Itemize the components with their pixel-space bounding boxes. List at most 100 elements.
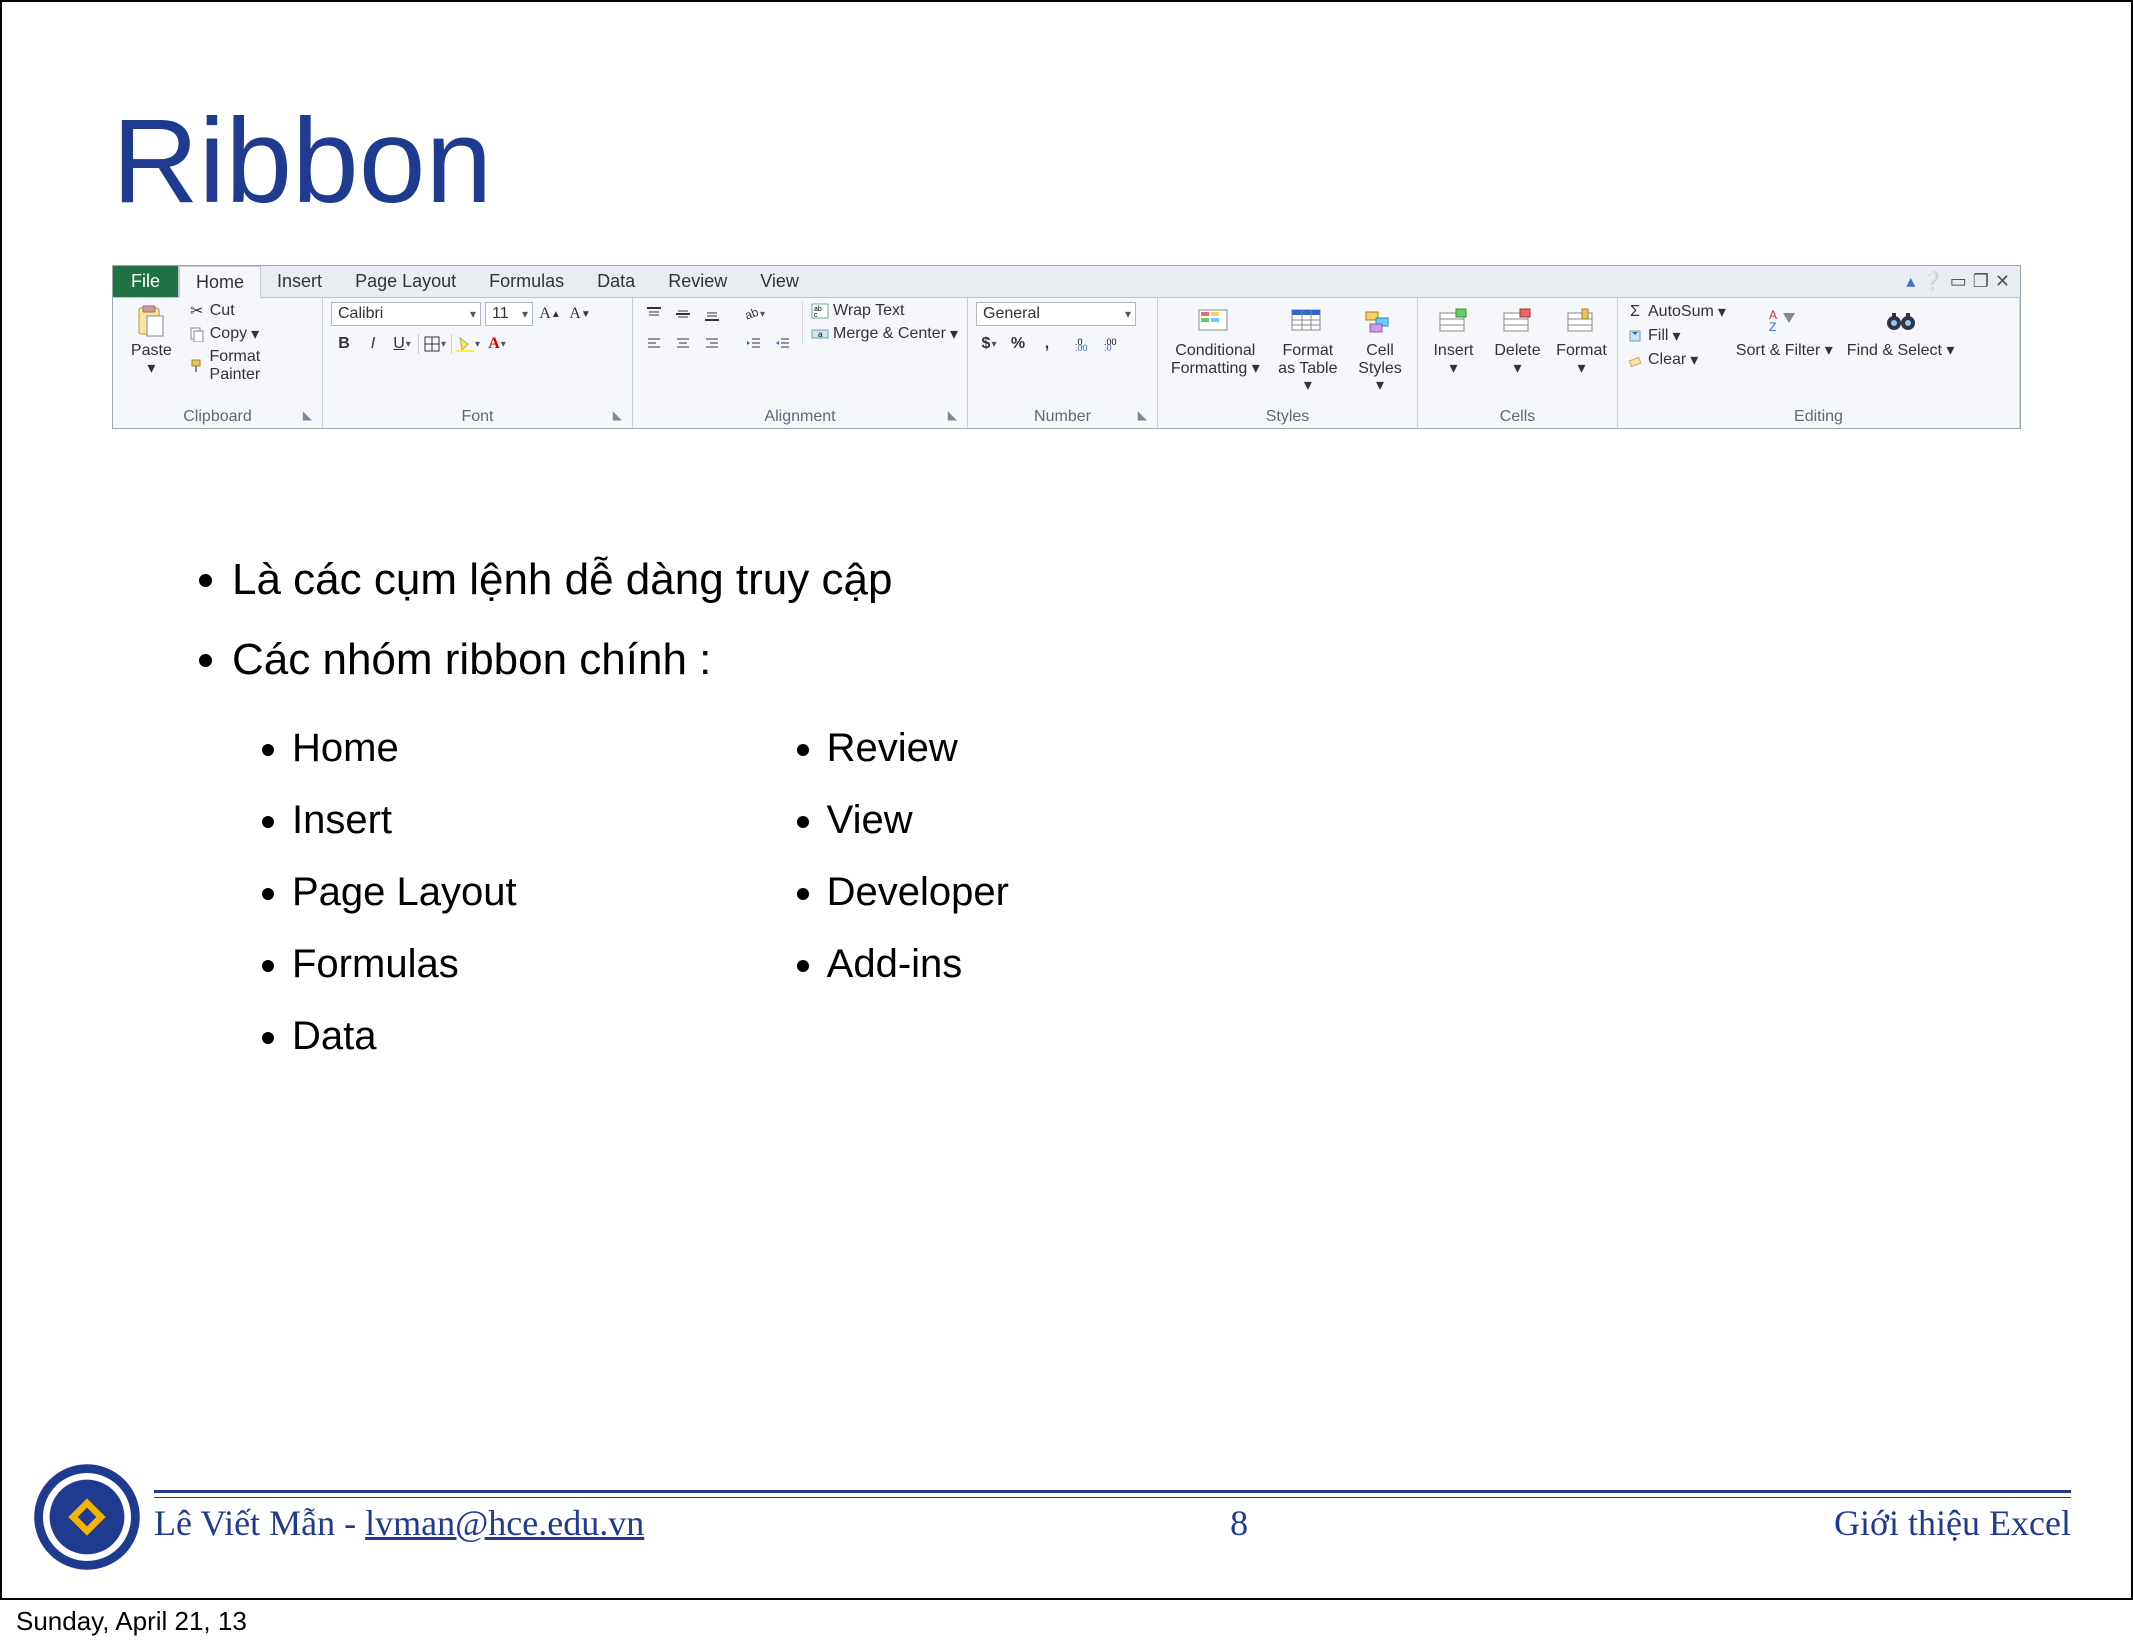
autosum-button[interactable]: ΣAutoSum ▾ — [1626, 302, 1726, 322]
format-painter-button[interactable]: Format Painter — [188, 348, 314, 384]
underline-icon[interactable]: U — [389, 332, 415, 356]
orientation-icon[interactable]: ab — [741, 302, 767, 326]
export-datestamp: Sunday, April 21, 13 — [0, 1600, 2133, 1643]
svg-text:.00: .00 — [1075, 343, 1088, 351]
format-cells-icon — [1562, 304, 1602, 340]
close-icon[interactable]: ✕ — [1995, 271, 2010, 292]
binoculars-icon — [1881, 304, 1921, 340]
minimize-icon[interactable]: ▭ — [1950, 271, 1967, 292]
svg-text:c: c — [814, 312, 818, 319]
cell-styles-icon — [1360, 304, 1400, 340]
clear-button[interactable]: Clear ▾ — [1626, 350, 1726, 370]
fat-label: Format as Table — [1278, 342, 1337, 377]
find-select-button[interactable]: Find & Select ▾ — [1843, 302, 1959, 362]
group-font-label: Font — [461, 408, 493, 425]
merge-center-button[interactable]: aMerge & Center ▾ — [811, 324, 958, 344]
copy-label: Copy — [210, 325, 247, 343]
paste-button[interactable]: Paste ▾ — [121, 302, 182, 379]
footer-email: lvman@hce.edu.vn — [365, 1503, 644, 1543]
list-item: Developer — [827, 864, 1009, 920]
list-item: Formulas — [292, 936, 517, 992]
ribbon-collapse-icon[interactable]: ▴ — [1906, 271, 1915, 292]
insert-label: Insert — [1433, 342, 1473, 359]
align-bottom-icon[interactable] — [699, 302, 725, 326]
copy-icon — [188, 326, 206, 342]
scissors-icon: ✂ — [188, 303, 206, 319]
comma-icon[interactable]: , — [1034, 332, 1060, 356]
tab-file[interactable]: File — [113, 266, 179, 297]
bold-icon[interactable]: B — [331, 332, 357, 356]
italic-icon[interactable]: I — [360, 332, 386, 356]
font-launcher-icon[interactable]: ◣ — [613, 408, 622, 422]
align-left-icon[interactable] — [641, 332, 667, 356]
font-size-select[interactable]: 11 — [485, 302, 533, 326]
svg-text:.0: .0 — [1104, 343, 1112, 351]
sigma-icon: Σ — [1626, 304, 1644, 320]
align-middle-icon[interactable] — [670, 302, 696, 326]
font-color-icon[interactable]: A — [484, 332, 510, 356]
decrease-indent-icon[interactable] — [741, 332, 767, 356]
align-right-icon[interactable] — [699, 332, 725, 356]
grow-font-icon[interactable]: A▲ — [537, 302, 563, 326]
align-top-icon[interactable] — [641, 302, 667, 326]
tab-insert[interactable]: Insert — [261, 266, 339, 297]
cell-styles-button[interactable]: Cell Styles ▾ — [1351, 302, 1409, 397]
conditional-formatting-button[interactable]: Conditional Formatting ▾ — [1166, 302, 1265, 379]
excel-ribbon: File Home Insert Page Layout Formulas Da… — [112, 265, 2021, 429]
accounting-format-icon[interactable]: $ — [976, 332, 1002, 356]
font-name-select[interactable]: Calibri — [331, 302, 481, 326]
sub-bullets-col2: Review View Developer Add-ins — [777, 720, 1009, 1080]
list-item: Insert — [292, 792, 517, 848]
fill-color-icon[interactable] — [455, 332, 481, 356]
university-logo — [32, 1462, 142, 1572]
number-launcher-icon[interactable]: ◣ — [1138, 408, 1147, 422]
cf-label: Conditional Formatting — [1171, 342, 1256, 377]
find-label: Find & Select — [1847, 342, 1942, 359]
delete-cells-button[interactable]: Delete ▾ — [1489, 302, 1547, 379]
fill-down-icon — [1626, 328, 1644, 344]
format-label: Format — [1556, 342, 1607, 359]
tab-view[interactable]: View — [744, 266, 816, 297]
svg-text:ab: ab — [743, 306, 759, 322]
align-center-icon[interactable] — [670, 332, 696, 356]
sort-filter-icon: AZ — [1764, 304, 1804, 340]
decrease-decimal-icon[interactable]: .00.0 — [1101, 332, 1127, 356]
tab-review[interactable]: Review — [652, 266, 744, 297]
tab-home[interactable]: Home — [179, 266, 261, 298]
group-styles-label: Styles — [1266, 408, 1310, 425]
list-item: Data — [292, 1008, 517, 1064]
group-alignment: ab abcWrap Text aMerge & — [633, 298, 968, 428]
increase-indent-icon[interactable] — [770, 332, 796, 356]
restore-icon[interactable]: ❐ — [1973, 271, 1989, 292]
sort-filter-button[interactable]: AZ Sort & Filter ▾ — [1732, 302, 1837, 362]
ribbon-tabs: File Home Insert Page Layout Formulas Da… — [113, 266, 2020, 298]
borders-icon[interactable] — [422, 332, 448, 356]
slide-footer: Lê Viết Mẫn - lvman@hce.edu.vn 8 Giới th… — [2, 1462, 2131, 1572]
tab-data[interactable]: Data — [581, 266, 652, 297]
shrink-font-icon[interactable]: A▼ — [567, 302, 593, 326]
help-icon[interactable]: ❔ — [1921, 271, 1943, 292]
bullet-2: Các nhóm ribbon chính : — [232, 629, 2021, 691]
wrap-text-button[interactable]: abcWrap Text — [811, 302, 958, 320]
footer-rule-thin — [154, 1497, 2071, 1498]
insert-cells-button[interactable]: Insert ▾ — [1425, 302, 1483, 379]
copy-button[interactable]: Copy ▾ — [188, 324, 314, 344]
cut-label: Cut — [210, 302, 235, 320]
group-editing-label: Editing — [1794, 408, 1843, 425]
format-cells-button[interactable]: Format ▾ — [1553, 302, 1611, 379]
group-editing: ΣAutoSum ▾ Fill ▾ Clear ▾ AZ Sort & Filt… — [1618, 298, 2020, 428]
alignment-launcher-icon[interactable]: ◣ — [948, 408, 957, 422]
list-item: View — [827, 792, 1009, 848]
tab-formulas[interactable]: Formulas — [473, 266, 581, 297]
number-format-select[interactable]: General — [976, 302, 1136, 326]
tab-page-layout[interactable]: Page Layout — [339, 266, 473, 297]
cell-styles-label: Cell Styles — [1358, 342, 1402, 377]
clipboard-launcher-icon[interactable]: ◣ — [303, 408, 312, 422]
percent-icon[interactable]: % — [1005, 332, 1031, 356]
list-item: Add-ins — [827, 936, 1009, 992]
cut-button[interactable]: ✂Cut — [188, 302, 314, 320]
group-number-label: Number — [1034, 408, 1091, 425]
format-as-table-button[interactable]: Format as Table ▾ — [1271, 302, 1345, 397]
fill-button[interactable]: Fill ▾ — [1626, 326, 1726, 346]
increase-decimal-icon[interactable]: .0.00 — [1072, 332, 1098, 356]
